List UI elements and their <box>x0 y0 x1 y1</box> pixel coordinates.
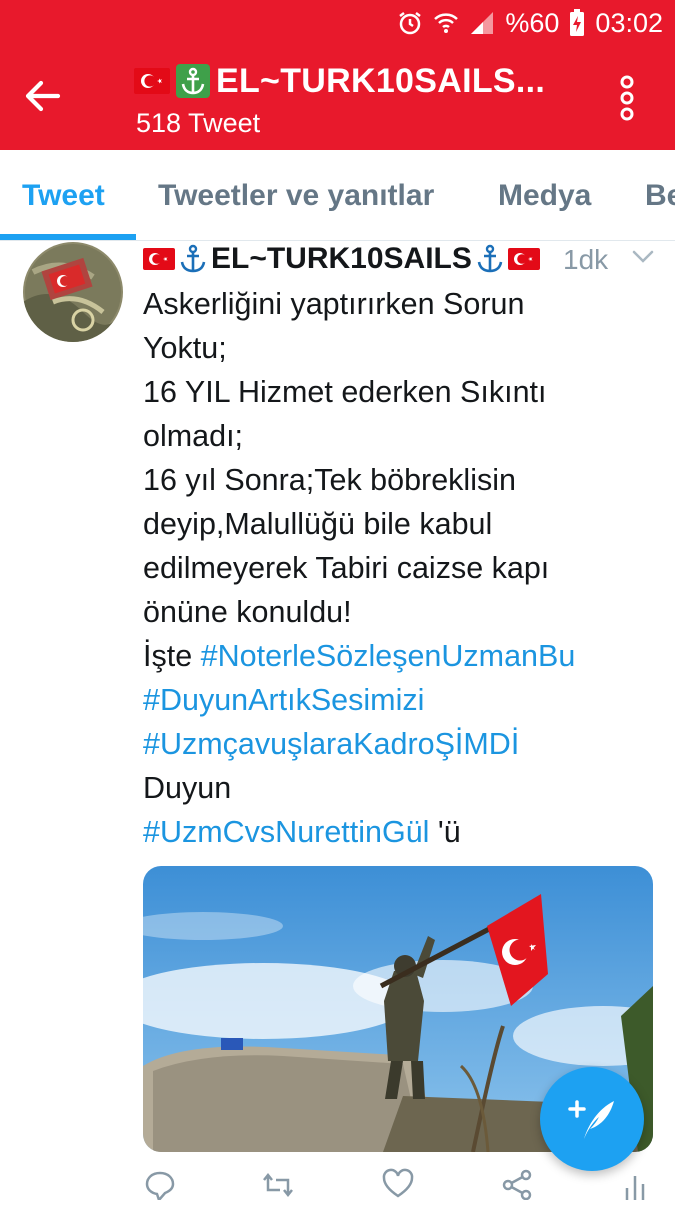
compose-tweet-button[interactable] <box>540 1067 644 1171</box>
anchor-icon <box>176 64 210 98</box>
battery-charging-icon <box>569 9 585 37</box>
tweet-text-fragment: 'ü <box>429 815 461 849</box>
tweet-text-line: 16 YIL Hizmet ederken Sıkıntı <box>143 375 547 409</box>
retweet-icon <box>263 1172 293 1198</box>
profile-name: EL~TURK10SAILS... <box>216 61 546 100</box>
signal-icon <box>469 10 495 36</box>
wifi-icon <box>433 10 459 36</box>
analytics-button[interactable] <box>619 1168 653 1200</box>
anchor-icon <box>476 244 504 274</box>
reply-button[interactable] <box>143 1168 177 1203</box>
author-display-name: EL~TURK10SAILS <box>211 242 472 275</box>
battery-percent: %60 <box>505 7 560 38</box>
tweet-text-line: #DuyunArtıkSesimizi <box>143 678 663 722</box>
app-bar: EL~TURK10SAILS... 518 Tweet <box>0 46 675 150</box>
reply-icon <box>145 1171 175 1203</box>
tweet-text: Askerliğini yaptırırken Sorun Yoktu; 16 … <box>143 282 663 854</box>
arrow-left-icon <box>25 80 61 112</box>
like-button[interactable] <box>381 1168 415 1200</box>
status-bar: %60 03:02 <box>0 0 675 46</box>
share-button[interactable] <box>500 1168 534 1201</box>
chevron-down-icon[interactable] <box>631 248 655 264</box>
tweet-text-fragment: İşte <box>143 639 201 673</box>
tab-media[interactable]: Medya <box>498 150 591 240</box>
tweet-text-line: olmadı; <box>143 419 244 453</box>
hashtag-link[interactable]: #DuyunArtıkSesimizi <box>143 683 424 717</box>
tweet-text-line: önüne konuldu! <box>143 595 352 629</box>
alarm-icon <box>397 10 423 36</box>
tab-likes[interactable]: Be <box>645 150 675 240</box>
tweet-text-line: 16 yıl Sonra;Tek böbreklisin <box>143 463 516 497</box>
tweet-actions <box>143 1168 663 1203</box>
tweet-author[interactable]: EL~TURK10SAILS <box>143 242 540 276</box>
more-options-button[interactable] <box>617 74 637 122</box>
turkish-flag-icon <box>134 68 170 94</box>
hashtag-link[interactable]: #UzmCvsNurettinGül <box>143 815 429 849</box>
tweet-text-line: İşte #NoterleSözleşenUzmanBu <box>143 634 663 678</box>
back-button[interactable] <box>22 76 68 116</box>
like-icon <box>382 1168 414 1198</box>
status-icons: %60 03:02 <box>397 6 663 40</box>
status-time: 03:02 <box>595 7 663 38</box>
tweet-count: 518 Tweet <box>136 108 261 138</box>
hashtag-link[interactable]: #NoterleSözleşenUzmanBu <box>201 639 576 673</box>
tweet-header: EL~TURK10SAILS 1dk <box>143 242 663 282</box>
share-icon <box>502 1169 532 1201</box>
anchor-icon <box>179 244 207 274</box>
tweet-text-line: Askerliğini yaptırırken Sorun <box>143 287 525 321</box>
tweet-text-line: Duyun <box>143 771 232 805</box>
tweet-text-line: edilmeyerek Tabiri caizse kapı <box>143 551 550 585</box>
more-vertical-icon <box>620 75 634 121</box>
tweet-text-line: Yoktu; <box>143 331 227 365</box>
turkish-flag-icon <box>143 248 175 270</box>
turkish-flag-icon <box>507 248 540 270</box>
hashtag-link[interactable]: #UzmçavuşlaraKadroŞİMDİ <box>143 727 519 761</box>
tab-tweets[interactable]: Tweet <box>22 150 105 240</box>
profile-title: EL~TURK10SAILS... <box>134 58 545 104</box>
analytics-icon <box>625 1176 645 1200</box>
tweet-time: 1dk <box>563 244 609 275</box>
tweet-text-line: #UzmCvsNurettinGül 'ü <box>143 810 663 854</box>
tab-tweets-and-replies[interactable]: Tweetler ve yanıtlar <box>158 150 434 240</box>
active-tab-indicator <box>0 234 136 240</box>
avatar[interactable] <box>23 242 123 342</box>
compose-tweet-icon <box>568 1100 614 1139</box>
tweet-text-line: deyip,Malullüğü bile kabul <box>143 507 493 541</box>
retweet-button[interactable] <box>261 1168 295 1200</box>
profile-tabs: Tweet Tweetler ve yanıtlar Medya Be <box>0 150 675 241</box>
tweet-text-line: #UzmçavuşlaraKadroŞİMDİ <box>143 722 663 766</box>
